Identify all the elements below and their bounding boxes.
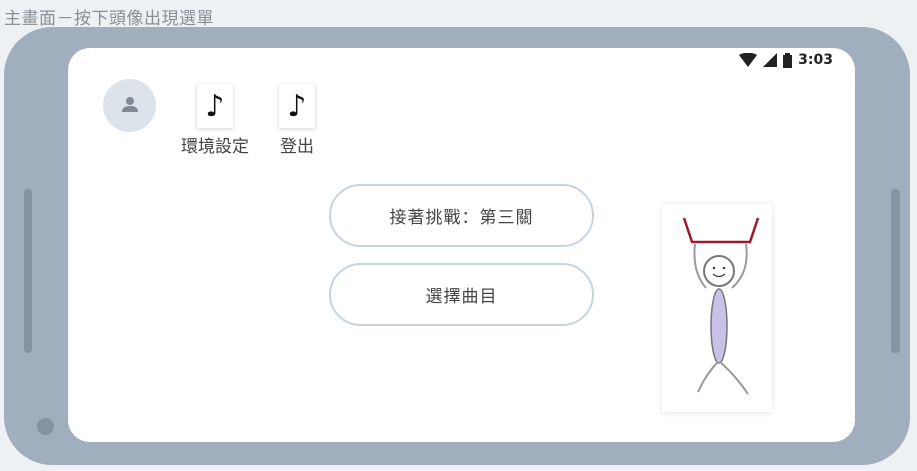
avatar-button[interactable] [103,79,156,132]
battery-icon [783,52,793,68]
phone-side-button-left [24,189,32,353]
phone-camera [37,418,54,435]
menu-item-settings[interactable]: ♪ 環境設定 [181,84,249,157]
phone-side-button-right [891,189,900,353]
menu-item-settings-label: 環境設定 [181,137,249,157]
wifi-icon [739,53,758,67]
music-note-icon: ♪ [279,84,315,128]
stick-figure-icon [662,217,772,416]
menu-item-logout[interactable]: ♪ 登出 [279,84,315,157]
menu-item-logout-label: 登出 [280,137,314,157]
character-card [662,204,772,412]
app-screen: 3:03 ♪ 環境設定 ♪ 登出 接著挑戰：第三關 選擇曲目 [68,48,855,442]
person-icon [121,96,139,116]
select-song-button[interactable]: 選擇曲目 [329,263,594,326]
continue-challenge-button[interactable]: 接著挑戰：第三關 [329,184,594,247]
cell-signal-icon [763,53,778,67]
status-bar: 3:03 [739,52,833,68]
status-time: 3:03 [798,52,833,68]
music-note-icon: ♪ [197,84,233,128]
phone-frame: 3:03 ♪ 環境設定 ♪ 登出 接著挑戰：第三關 選擇曲目 [4,27,910,465]
page-caption: 主畫面－按下頭像出現選單 [4,9,214,29]
